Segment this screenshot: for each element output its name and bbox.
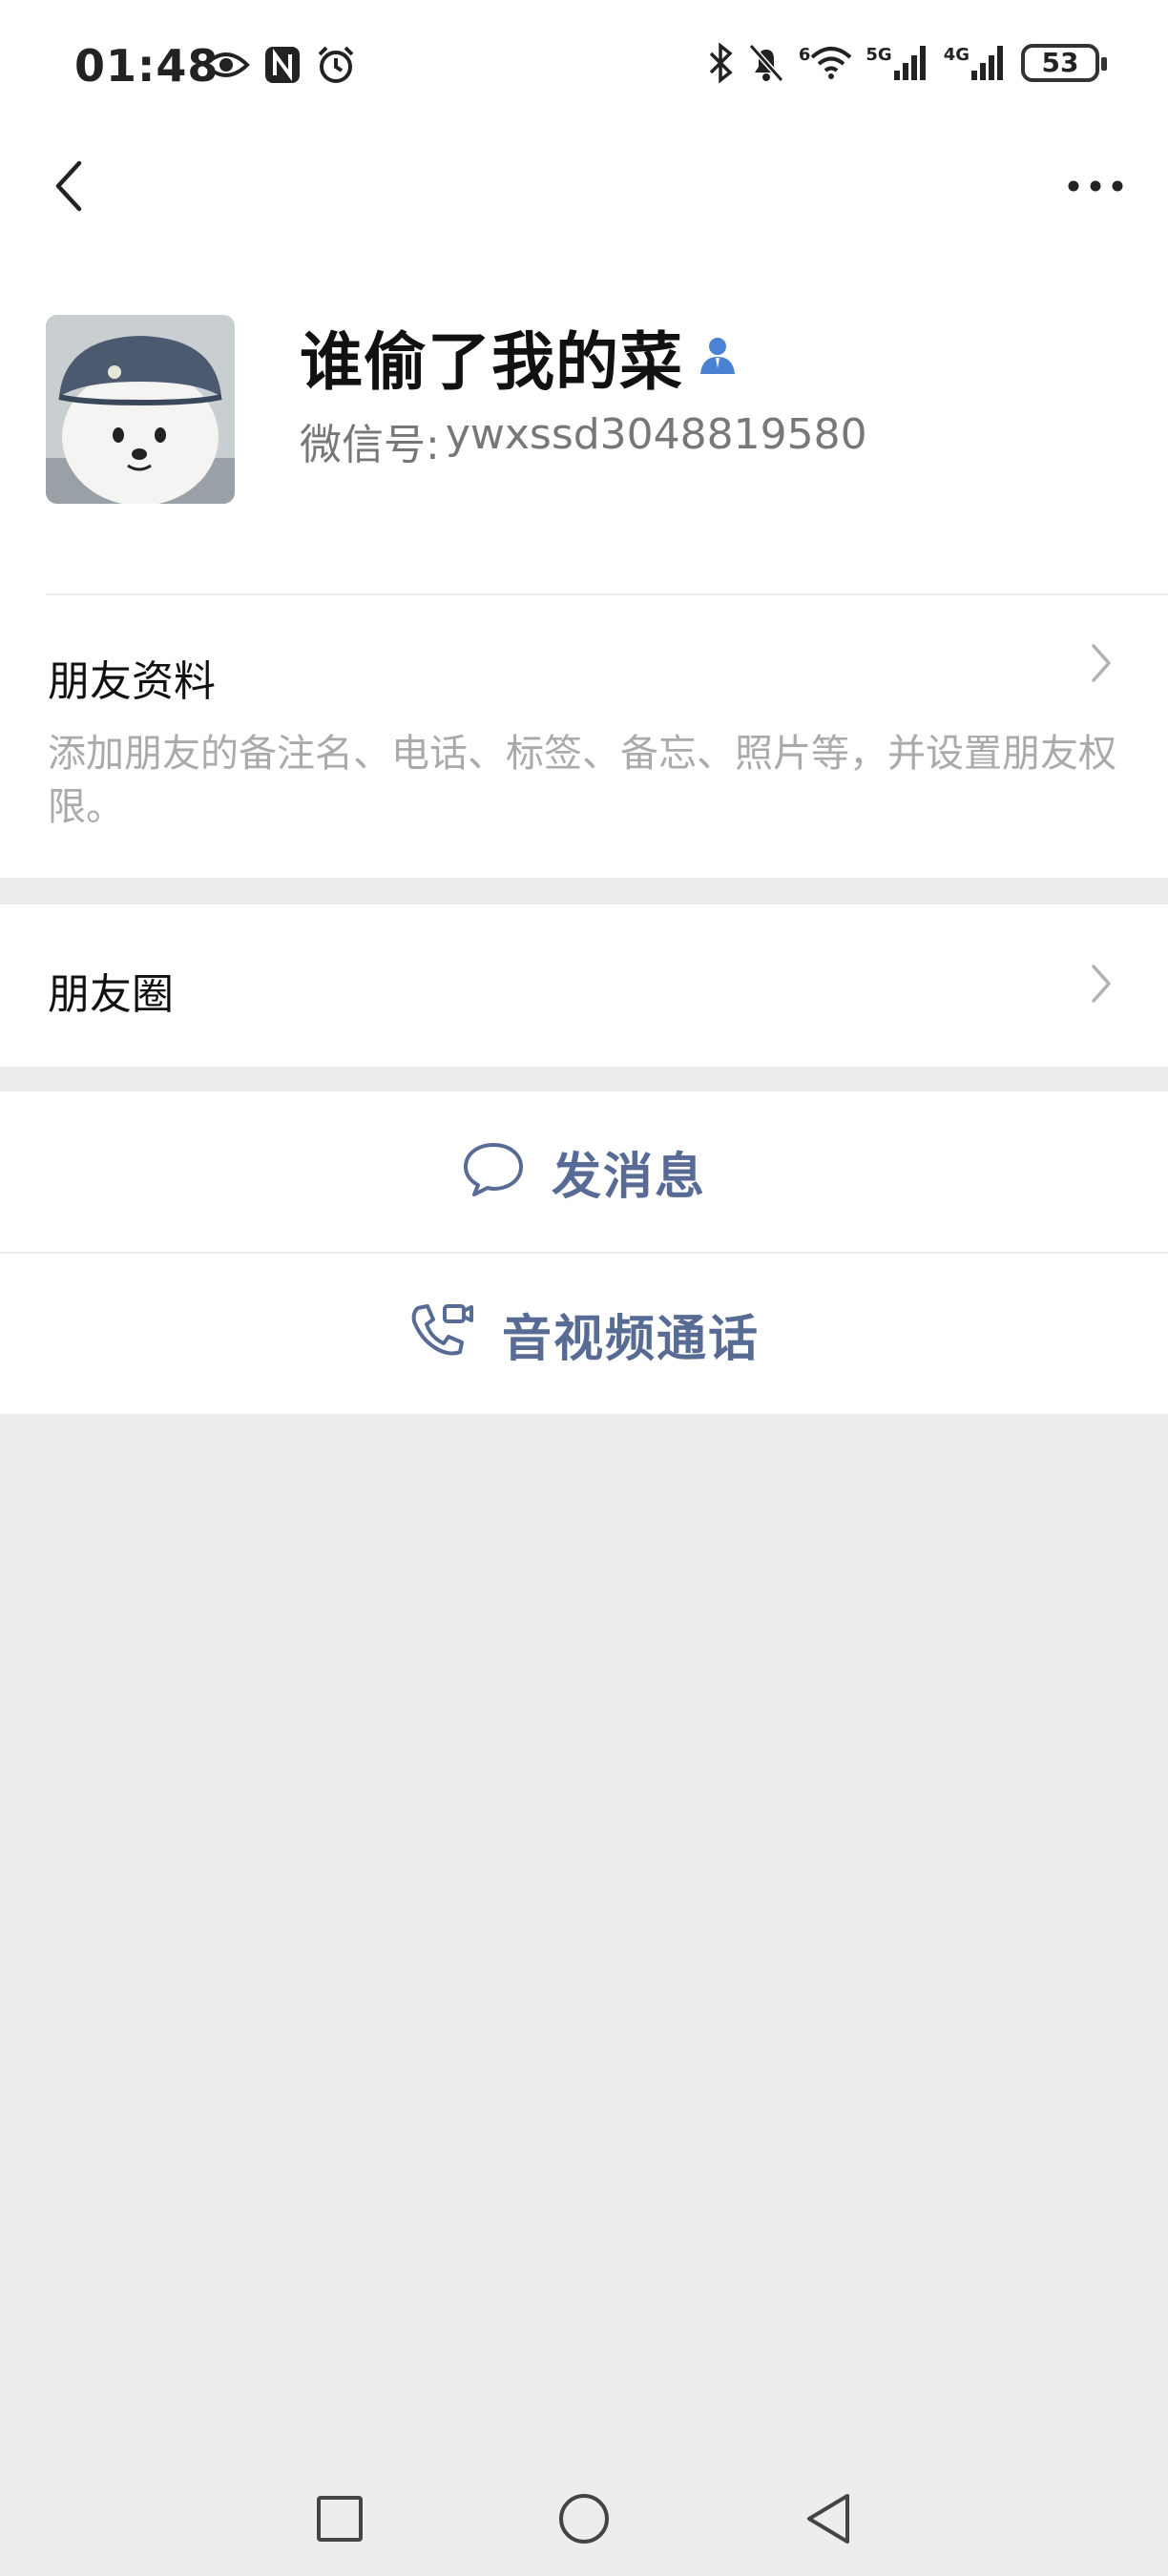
- nfc-icon: [263, 42, 302, 88]
- back-button[interactable]: [34, 153, 101, 219]
- recent-apps-button[interactable]: [302, 2481, 378, 2557]
- chevron-right-icon: [1082, 639, 1120, 687]
- bluetooth-icon: [707, 40, 734, 86]
- video-call-button[interactable]: 音视频通话: [0, 1254, 1168, 1414]
- section-gap: [0, 1067, 1168, 1091]
- avatar[interactable]: [46, 315, 235, 504]
- alarm-icon: [315, 42, 357, 88]
- home-button[interactable]: [546, 2481, 622, 2557]
- system-back-button[interactable]: [790, 2481, 866, 2557]
- more-icon: [1068, 180, 1123, 192]
- triangle-back-icon: [807, 2494, 849, 2544]
- send-message-button[interactable]: 发消息: [0, 1091, 1168, 1252]
- status-bar: 01:48 6 5G 4G 53: [0, 0, 1168, 134]
- chevron-right-icon: [1082, 960, 1120, 1008]
- signal-4g-icon: 4G: [944, 40, 1008, 86]
- wechat-id: 微信号: ywxssd3048819580: [300, 410, 867, 471]
- wechat-id-label: 微信号:: [300, 421, 440, 469]
- battery-icon: 53: [1021, 44, 1107, 82]
- send-message-label: 发消息: [551, 1148, 706, 1206]
- chat-bubble-icon: [462, 1141, 525, 1202]
- phone-video-icon: [408, 1300, 475, 1367]
- wechat-id-value: ywxssd3048819580: [445, 410, 867, 459]
- moments-title: 朋友圈: [48, 970, 174, 1019]
- signal-5g-icon: 5G: [866, 40, 929, 86]
- section-gap: [0, 878, 1168, 904]
- profile-name: 谁偷了我的菜: [300, 325, 683, 399]
- more-button[interactable]: [1057, 153, 1134, 219]
- circle-icon: [559, 2494, 609, 2544]
- friend-info-description: 添加朋友的备注名、电话、标签、备忘、照片等，并设置朋友权限。: [48, 732, 1116, 829]
- friend-info-row[interactable]: 朋友资料 添加朋友的备注名、电话、标签、备忘、照片等，并设置朋友权限。: [0, 595, 1168, 878]
- bear-avatar-image: [46, 315, 235, 504]
- wifi-icon: 6: [799, 40, 853, 86]
- square-icon: [317, 2496, 363, 2542]
- status-time: 01:48: [74, 40, 219, 92]
- mute-bell-icon: [747, 40, 785, 86]
- system-nav-bar: [0, 2442, 1168, 2576]
- chevron-left-icon: [55, 160, 82, 212]
- video-call-label: 音视频通话: [501, 1310, 760, 1368]
- moments-row[interactable]: 朋友圈: [0, 904, 1168, 1067]
- friend-info-title: 朋友资料: [48, 657, 216, 706]
- profile-screen: 01:48 6 5G 4G 53 谁偷了我的菜 微信号: ywxssd30488…: [0, 0, 1168, 2576]
- eye-icon: [202, 42, 250, 88]
- person-icon: [697, 334, 739, 380]
